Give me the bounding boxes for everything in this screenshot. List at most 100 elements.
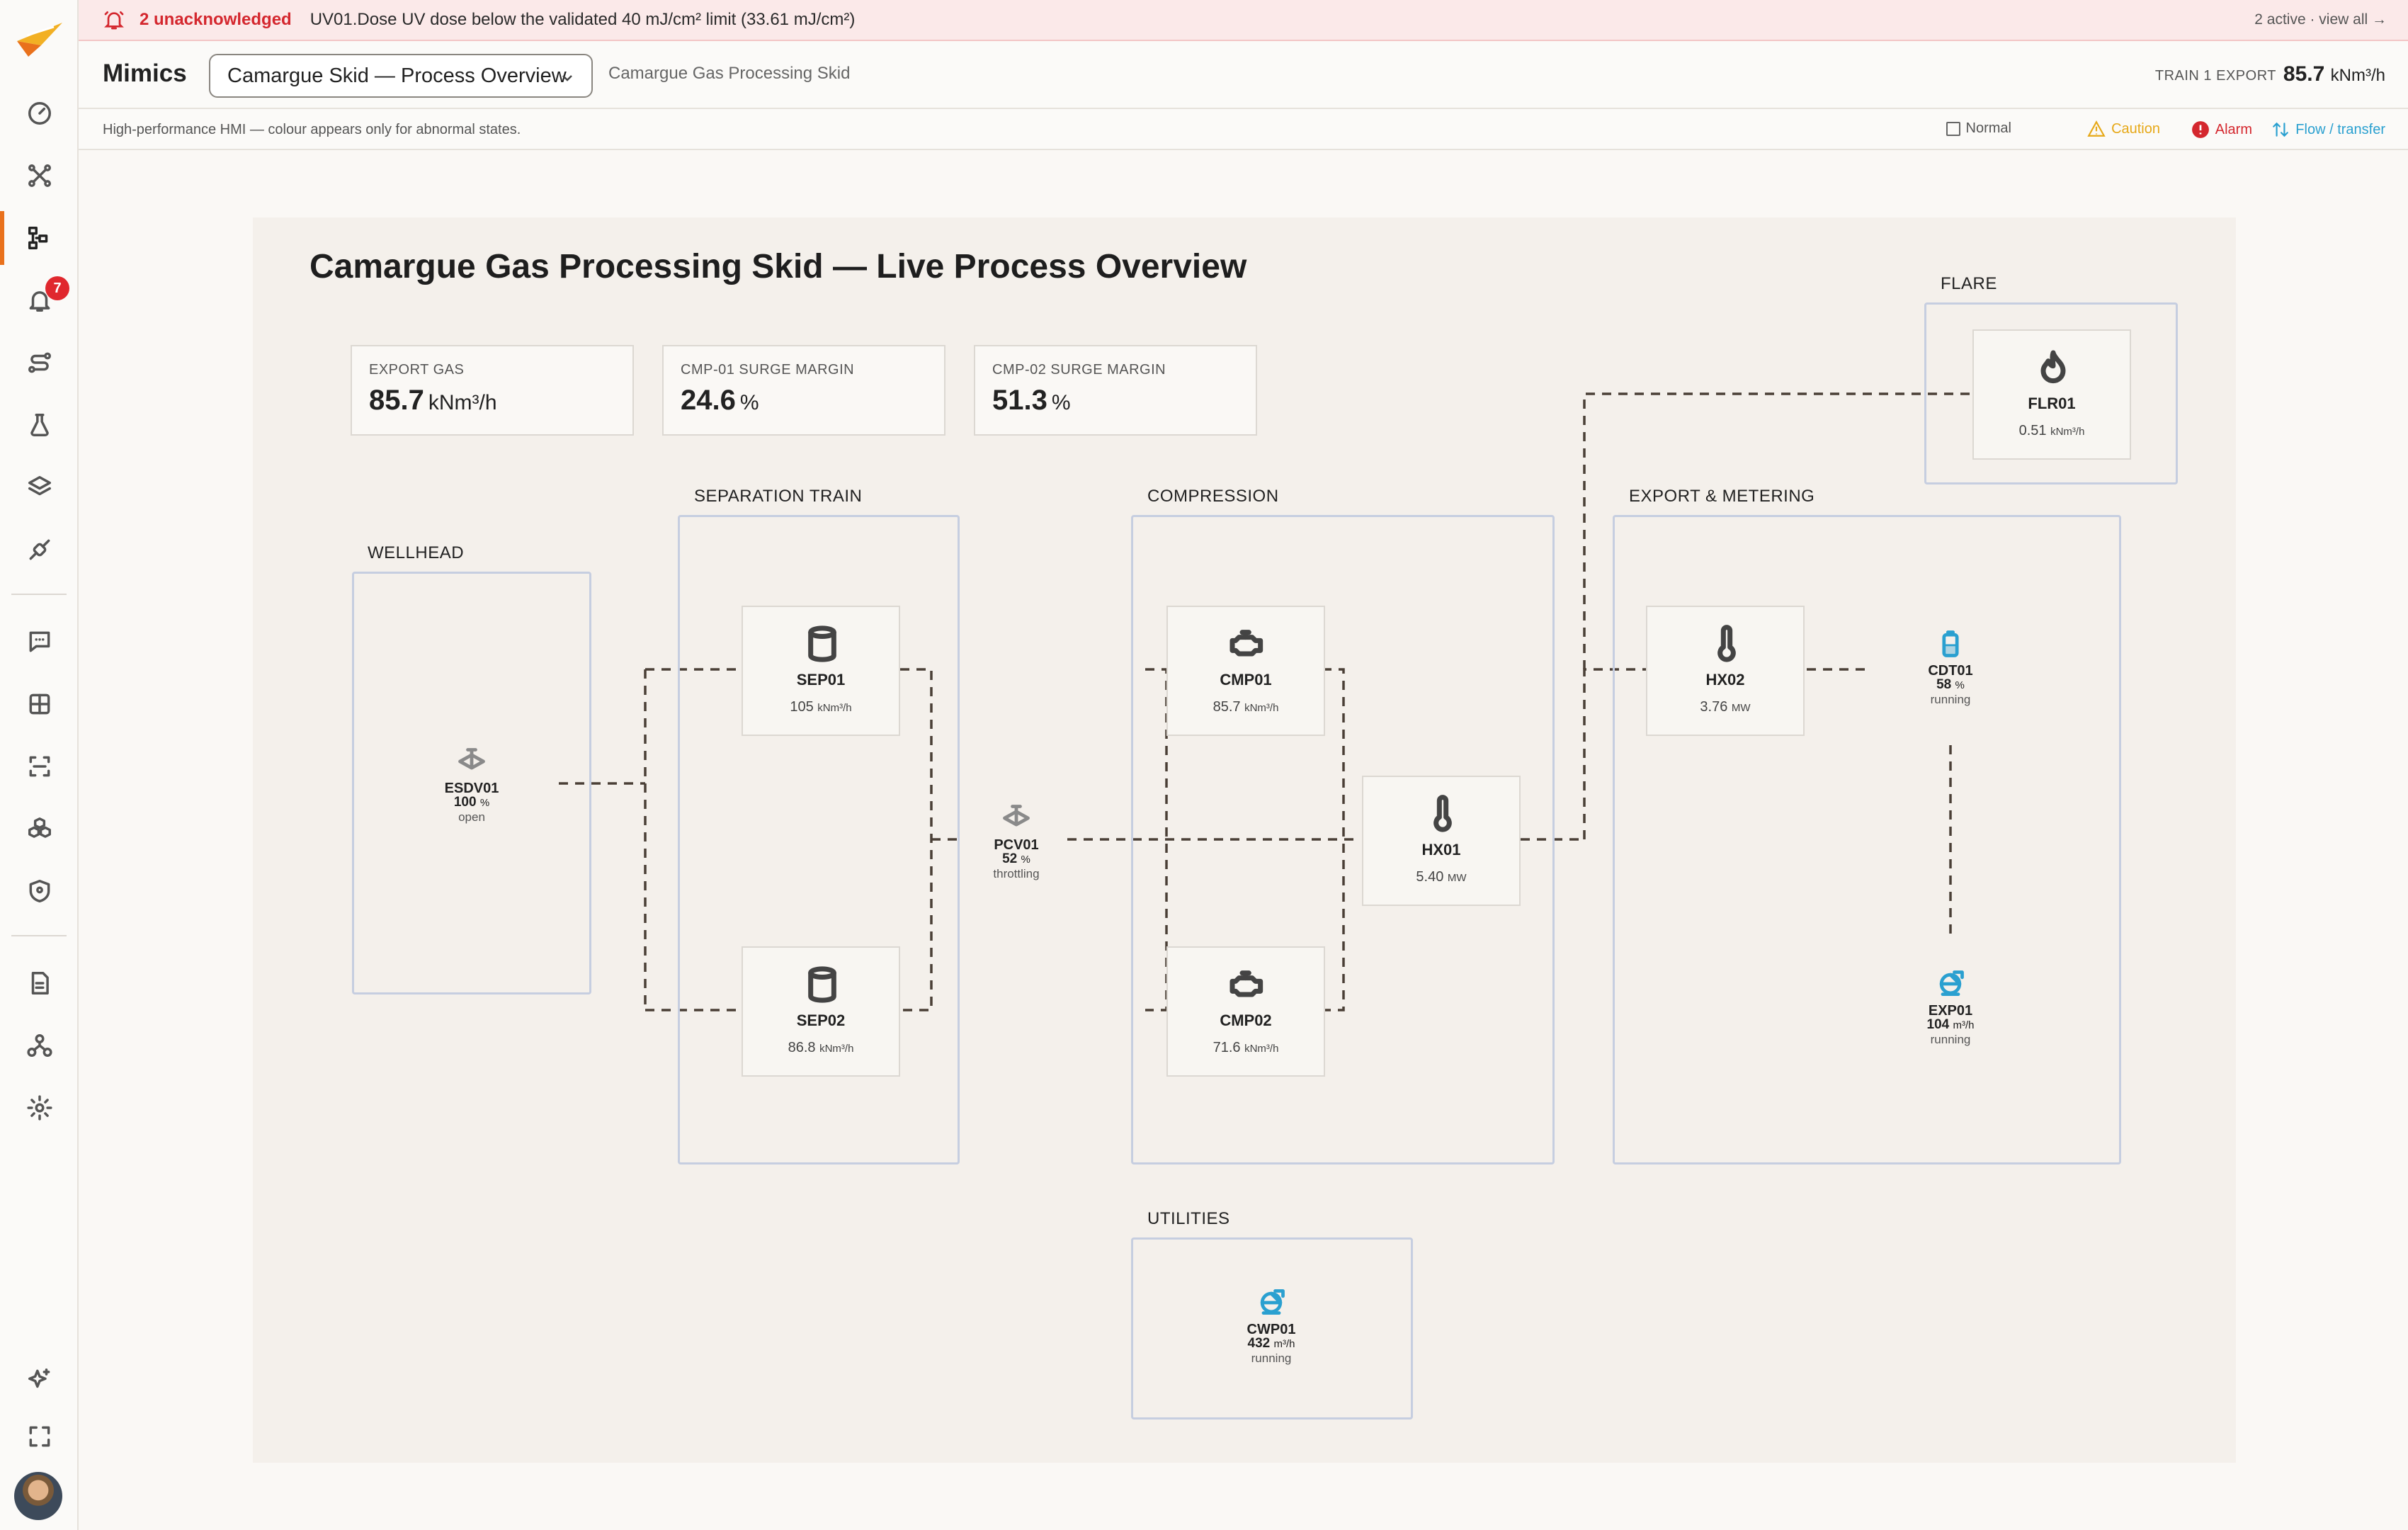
kpi-value: 24.6% [681,385,759,416]
group-label-wellhead: WELLHEAD [368,543,465,562]
kpi-label: EXPORT GAS [369,362,465,378]
mimic-selector-value: Camargue Skid — Process Overview [227,64,567,87]
kpi-label: CMP-02 SURGE MARGIN [992,362,1166,378]
compressor-icon [1229,970,1263,997]
chat-icon[interactable] [16,618,64,666]
thermometer-icon [1433,795,1452,832]
view-all-alarms-link[interactable]: 2 active · view all → [2254,11,2387,28]
device-tag: PCV01 [994,837,1039,853]
device-tag: EXP01 [1928,1003,1973,1019]
device-cwp01[interactable]: CWP01 432 m³/h running [1222,1287,1321,1366]
device-state: throttling [993,867,1040,880]
tank-icon [1942,630,1959,657]
normal-square-icon [1946,121,1960,136]
kpi-export-gas[interactable]: EXPORT GAS 85.7 kNm³/h [351,345,634,436]
hmi-note: High-performance HMI — colour appears on… [103,122,521,137]
equipment-sep01[interactable]: SEP01 105 kNm³/h [742,606,900,736]
mimic-selector[interactable]: Camargue Skid — Process Overview [209,54,593,98]
equipment-value: 71.6 kNm³/h [1212,1040,1279,1055]
device-tag: ESDV01 [444,781,499,796]
kpi-cmp01-surge[interactable]: CMP-01 SURGE MARGIN 24.6% [662,345,945,436]
equipment-flr01[interactable]: FLR01 0.51 kNm³/h [1972,329,2131,460]
equipment-hx02[interactable]: HX02 3.76 MW [1646,606,1805,736]
lab-icon[interactable] [16,401,64,449]
equipment-value: 86.8 kNm³/h [788,1040,854,1055]
group-label-separation: SEPARATION TRAIN [694,487,863,506]
device-state: running [1930,693,1971,706]
chevron-down-icon [562,75,572,81]
equipment-tag: CMP01 [1220,671,1272,688]
device-value: 52 % [1002,851,1030,866]
group-label-utilities: UTILITIES [1147,1209,1230,1228]
page-header: Mimics Camargue Skid — Process Overview … [79,41,2408,109]
export-readout: 85.7 kNm³/h [2283,62,2385,86]
equipment-cmp02[interactable]: CMP02 71.6 kNm³/h [1166,946,1325,1077]
legend-bar: High-performance HMI — colour appears on… [79,109,2408,150]
valve-icon [458,748,485,770]
legend-normal: Normal [1946,120,2011,137]
flame-icon [2040,350,2066,384]
equipment-value: 3.76 MW [1700,699,1751,715]
logo-icon[interactable] [13,14,67,64]
device-tag: CDT01 [1928,663,1973,679]
ai-sparkle-icon[interactable] [16,1356,64,1404]
device-esdv01[interactable]: ESDV01 100 % open [422,746,521,824]
alarm-dot-icon [2191,121,2209,138]
scan-icon[interactable] [16,742,64,790]
device-pcv01[interactable]: PCV01 52 % throttling [967,803,1066,881]
equipment-tag: SEP02 [796,1012,846,1029]
bell-alert-icon [104,11,124,30]
device-cdt01[interactable]: CDT01 58 % running [1901,628,2000,707]
tables-icon[interactable] [16,680,64,728]
equipment-tag: CMP02 [1220,1012,1272,1029]
page-title: Mimics [103,60,187,87]
mimics-icon[interactable] [16,214,64,262]
equipment-cmp01[interactable]: CMP01 85.7 kNm³/h [1166,606,1325,736]
unacknowledged-count[interactable]: 2 unacknowledged [140,10,292,30]
equipment-hx01[interactable]: HX01 5.40 MW [1362,776,1521,906]
fullscreen-icon[interactable] [16,1412,64,1461]
equipment-tag: HX02 [1705,671,1745,688]
equipment-value: 105 kNm³/h [790,699,852,715]
equipment-tag: HX01 [1421,841,1461,858]
thermometer-icon [1717,625,1736,662]
dashboard-icon[interactable] [16,89,64,137]
alarm-banner[interactable]: 2 unacknowledged UV01.Dose UV dose below… [79,0,2408,41]
group-label-export: EXPORT & METERING [1629,487,1815,506]
group-label-compression: COMPRESSION [1147,487,1279,506]
process-mimic-canvas: Camargue Gas Processing Skid — Live Proc… [253,217,2236,1463]
sidebar-divider [11,935,67,936]
reports-icon[interactable] [16,959,64,1007]
kpi-cmp02-surge[interactable]: CMP-02 SURGE MARGIN 51.3% [974,345,1257,436]
valve-icon [1003,805,1030,827]
legend-flow: Flow / transfer [2271,120,2385,139]
equipment-value: 0.51 kNm³/h [2018,423,2085,438]
assets-icon[interactable] [16,805,64,853]
integrations-icon[interactable] [16,526,64,574]
mimic-title: Camargue Gas Processing Skid — Live Proc… [309,248,1247,285]
warning-triangle-icon [2087,120,2106,137]
equipment-sep02[interactable]: SEP02 86.8 kNm³/h [742,946,900,1077]
sidebar: 7 [0,0,79,1530]
topology-icon[interactable] [16,152,64,200]
device-value: 104 m³/h [1926,1017,1975,1032]
kpi-value: 51.3% [992,385,1071,416]
equipment-tag: FLR01 [2028,395,2076,412]
sidebar-divider [11,594,67,595]
legend-caution: Caution [2087,120,2160,137]
routes-icon[interactable] [16,339,64,387]
kpi-value: 85.7 kNm³/h [369,385,497,416]
kpi-label: CMP-01 SURGE MARGIN [681,362,855,378]
security-icon[interactable] [16,867,64,915]
device-value: 58 % [1936,677,1965,692]
equipment-tag: SEP01 [796,671,846,688]
device-tag: CWP01 [1246,1322,1296,1337]
device-exp01[interactable]: EXP01 104 m³/h running [1901,968,2000,1047]
device-state: open [458,810,485,824]
site-subtitle: Camargue Gas Processing Skid [608,64,851,83]
layers-icon[interactable] [16,463,64,511]
avatar[interactable] [14,1472,62,1520]
flow-arrows-icon [2273,122,2289,137]
org-icon[interactable] [16,1021,64,1070]
settings-icon[interactable] [16,1084,64,1132]
